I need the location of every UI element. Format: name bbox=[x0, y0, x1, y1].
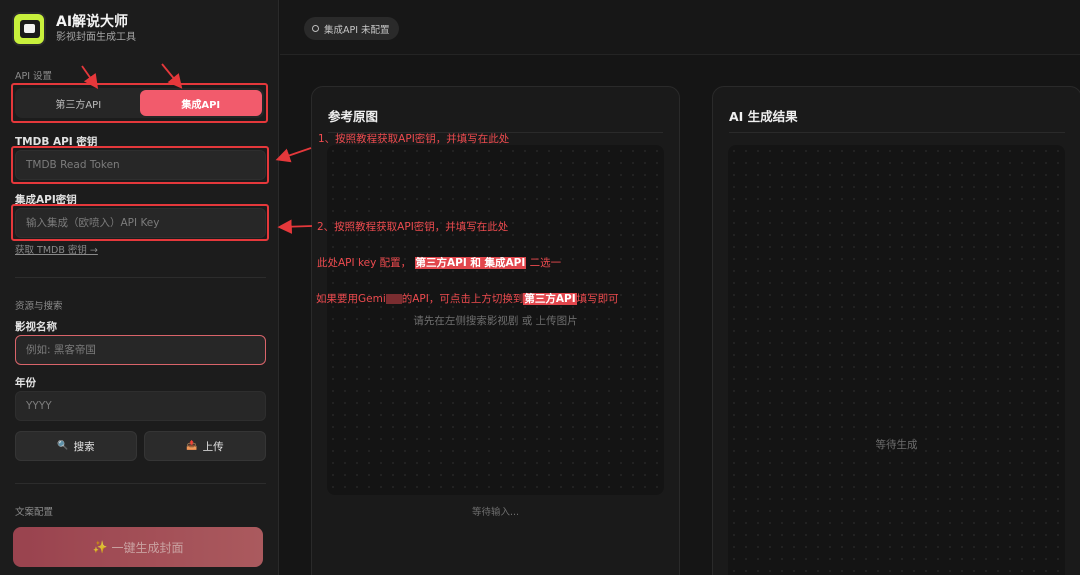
result-panel: AI 生成结果 等待生成 bbox=[712, 86, 1080, 575]
upload-icon: 📤 bbox=[186, 441, 198, 451]
sparkle-icon: ✨ bbox=[92, 540, 108, 554]
tmdb-key-label: TMDB API 密钥 bbox=[15, 136, 98, 148]
redaction-mark bbox=[385, 294, 402, 304]
app-logo-icon bbox=[12, 12, 46, 46]
status-circle-icon bbox=[312, 25, 319, 32]
integrated-api-option[interactable]: 集成API bbox=[139, 90, 262, 116]
generate-cover-button[interactable]: ✨ 一键生成封面 bbox=[13, 527, 263, 567]
resource-search-label: 资源与搜索 bbox=[15, 301, 63, 312]
title-label: 影视名称 bbox=[15, 321, 57, 333]
divider bbox=[15, 483, 266, 484]
api-status-text: 集成API 未配置 bbox=[324, 24, 390, 36]
search-icon: 🔍 bbox=[57, 441, 69, 451]
annotation-note-1: 1、按照教程获取API密钥，并填写在此处 bbox=[318, 133, 510, 145]
annotation-note-3-post: 二选一 bbox=[529, 257, 562, 269]
tmdb-key-input[interactable] bbox=[15, 150, 266, 180]
reference-panel-title: 参考原图 bbox=[328, 109, 379, 124]
integrated-key-input[interactable] bbox=[15, 208, 266, 238]
annotation-note-4-post: 填写即可 bbox=[576, 293, 619, 305]
upload-button-label: 上传 bbox=[202, 440, 224, 453]
year-input[interactable] bbox=[15, 391, 266, 421]
annotation-note-4-mid: 的API，可点击上方切换到 bbox=[401, 293, 524, 305]
brand: AI解说大师 影视封面生成工具 bbox=[12, 12, 136, 46]
annotation-note-3: 此处API key 配置， 第三方API 和 集成API 二选一 bbox=[317, 255, 561, 270]
year-label: 年份 bbox=[15, 377, 36, 389]
result-panel-title: AI 生成结果 bbox=[729, 109, 798, 124]
search-button[interactable]: 🔍 搜索 bbox=[15, 431, 137, 461]
api-settings-label: API 设置 bbox=[15, 71, 53, 82]
api-mode-toggle: 第三方API 集成API bbox=[15, 88, 264, 118]
waiting-input-text: 等待输入... bbox=[471, 507, 520, 518]
annotation-note-3-pre: 此处API key 配置， bbox=[317, 257, 412, 269]
app-title: AI解说大师 bbox=[56, 13, 129, 30]
top-bar: 集成API 未配置 bbox=[280, 0, 1080, 55]
annotation-note-3-highlight: 第三方API 和 集成API bbox=[414, 257, 527, 269]
reference-image-area[interactable]: 请先在左侧搜索影视剧 或 上传图片 bbox=[327, 145, 664, 495]
panel-divider bbox=[729, 132, 1065, 133]
third-party-api-option[interactable]: 第三方API bbox=[17, 90, 140, 116]
generate-cover-label: 一键生成封面 bbox=[111, 540, 184, 555]
annotation-note-2: 2、按照教程获取API密钥，并填写在此处 bbox=[317, 221, 509, 233]
result-image-area: 等待生成 bbox=[728, 145, 1065, 575]
integrated-key-label: 集成API密钥 bbox=[15, 194, 77, 206]
result-hint: 等待生成 bbox=[875, 439, 918, 451]
upload-button[interactable]: 📤 上传 bbox=[144, 431, 266, 461]
copy-config-label: 文案配置 bbox=[15, 507, 54, 518]
reference-hint: 请先在左侧搜索影视剧 或 上传图片 bbox=[413, 315, 578, 327]
annotation-note-4-pre: 如果要用Gemi bbox=[316, 293, 386, 305]
app-subtitle: 影视封面生成工具 bbox=[56, 31, 136, 43]
annotation-note-4-highlight: 第三方API bbox=[523, 293, 577, 305]
search-button-label: 搜索 bbox=[73, 440, 95, 453]
api-status-badge: 集成API 未配置 bbox=[304, 17, 399, 40]
divider bbox=[15, 277, 266, 278]
get-tmdb-key-link[interactable]: 获取 TMDB 密钥 → bbox=[15, 242, 98, 256]
reference-panel: 参考原图 请先在左侧搜索影视剧 或 上传图片 等待输入... bbox=[311, 86, 680, 575]
sidebar: AI解说大师 影视封面生成工具 API 设置 第三方API 集成API TMDB… bbox=[0, 0, 279, 575]
annotation-note-4: 如果要用Gemi 的API，可点击上方切换到第三方API填写即可 bbox=[316, 291, 619, 306]
title-input[interactable] bbox=[15, 335, 266, 365]
